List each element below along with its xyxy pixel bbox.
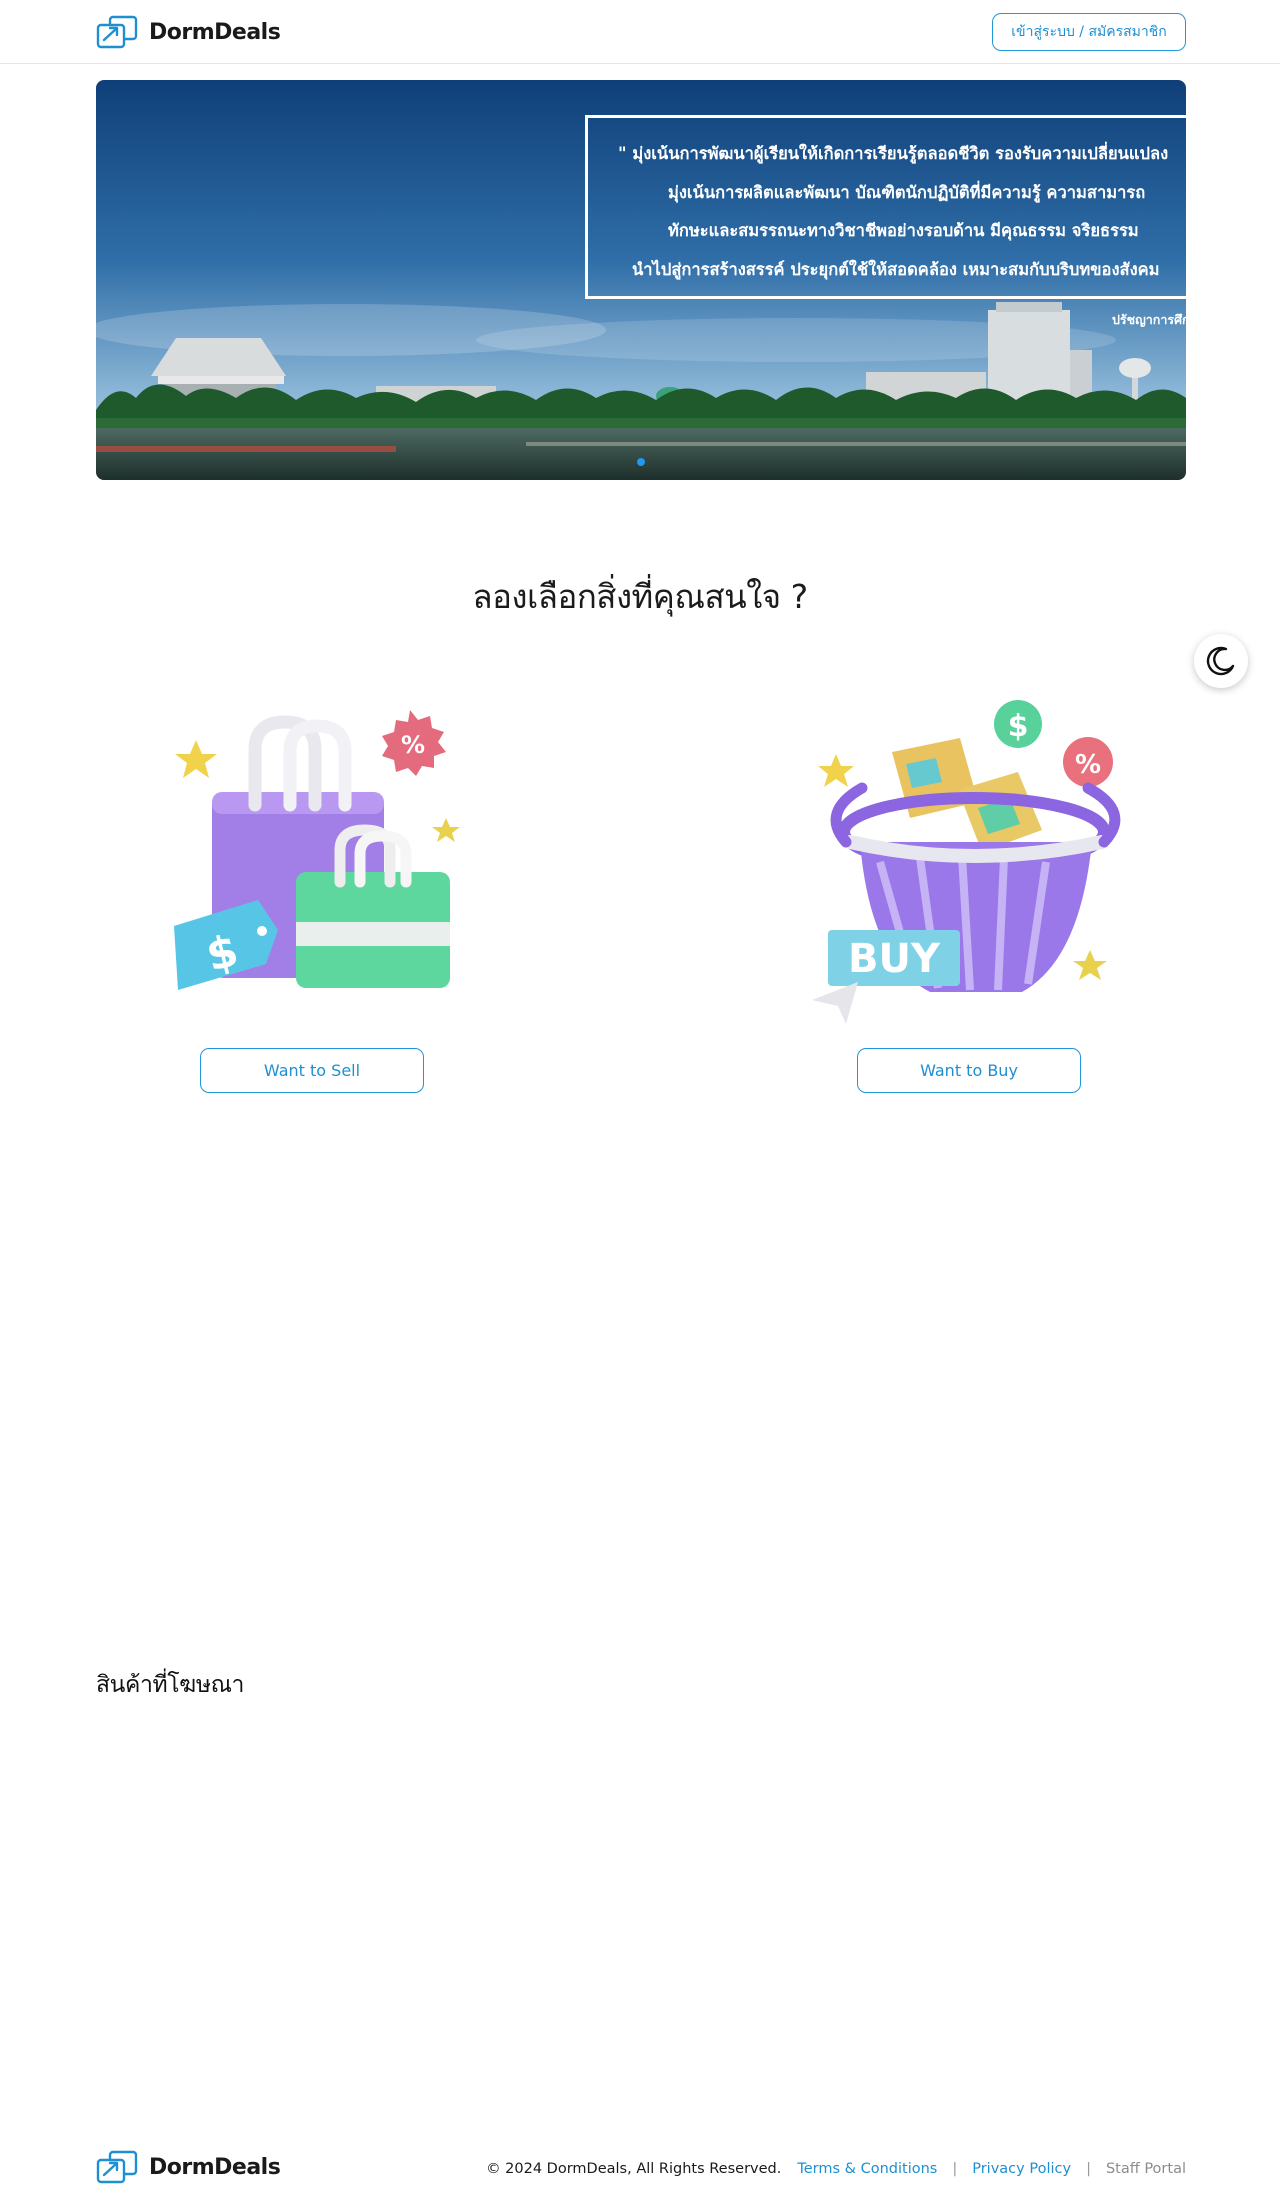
privacy-link[interactable]: Privacy Policy — [972, 2161, 1071, 2177]
svg-text:%: % — [1075, 750, 1101, 780]
footer-links: © 2024 DormDeals, All Rights Reserved. T… — [486, 2161, 1186, 2177]
quote-line: ทักษะและสมรรถนะทางวิชาชีพอย่างรอบด้าน มี… — [668, 221, 1139, 240]
carousel-indicators — [637, 458, 645, 466]
exchange-logo-icon — [96, 2150, 138, 2184]
exchange-logo-icon — [96, 15, 138, 49]
quote-line: มุ่งเน้นการผลิตและพัฒนา บัณฑิตนักปฏิบัติ… — [668, 182, 1146, 202]
svg-text:$: $ — [1008, 709, 1029, 744]
brand-logo[interactable]: DormDeals — [96, 14, 281, 50]
philosophy-quote-box: " มุ่งเน้นการพัฒนาผู้เรียนให้เกิดการเรีย… — [585, 115, 1186, 299]
carousel-dot[interactable] — [637, 458, 645, 466]
login-register-button[interactable]: เข้าสู่ระบบ / สมัครสมาชิก — [992, 13, 1186, 51]
staff-portal-link[interactable]: Staff Portal — [1106, 2161, 1186, 2177]
footer-brand-logo[interactable]: DormDeals — [96, 2149, 281, 2185]
header: DormDeals เข้าสู่ระบบ / สมัครสมาชิก — [0, 0, 1280, 64]
moon-icon — [1206, 646, 1235, 676]
buy-badge-text: BUY — [848, 936, 941, 982]
want-to-buy-button[interactable]: Want to Buy — [857, 1048, 1081, 1093]
shopping-bags-illustration: % $ — [174, 710, 460, 990]
brand-name: DormDeals — [149, 19, 281, 45]
copyright-text: © 2024 DormDeals, All Rights Reserved. — [486, 2161, 782, 2177]
quote-line: นำไปสู่การสร้างสรรค์ ประยุกต์ใช้ให้สอดคล… — [632, 259, 1160, 279]
footer-brand-name: DormDeals — [149, 2154, 281, 2180]
quote-caption: ปรัชญาการศึกษา — [1112, 312, 1186, 327]
shopping-basket-illustration: $ % BUY — [812, 700, 1121, 1024]
footer: DormDeals © 2024 DormDeals, All Rights R… — [0, 2140, 1280, 2190]
want-to-sell-button[interactable]: Want to Sell — [200, 1048, 424, 1093]
footer-separator: | — [1086, 2161, 1091, 2177]
choice-section-title: ลองเลือกสิ่งที่คุณสนใจ ? — [472, 577, 808, 616]
svg-text:%: % — [401, 731, 425, 759]
hero-carousel[interactable]: " มุ่งเน้นการพัฒนาผู้เรียนให้เกิดการเรีย… — [96, 80, 1186, 480]
theme-toggle-button[interactable] — [1194, 634, 1248, 688]
footer-separator: | — [952, 2161, 958, 2177]
terms-link[interactable]: Terms & Conditions — [797, 2161, 937, 2177]
quote-line: " มุ่งเน้นการพัฒนาผู้เรียนให้เกิดการเรีย… — [618, 144, 1169, 163]
advertised-products-title: สินค้าที่โฆษณา — [96, 1672, 245, 1698]
